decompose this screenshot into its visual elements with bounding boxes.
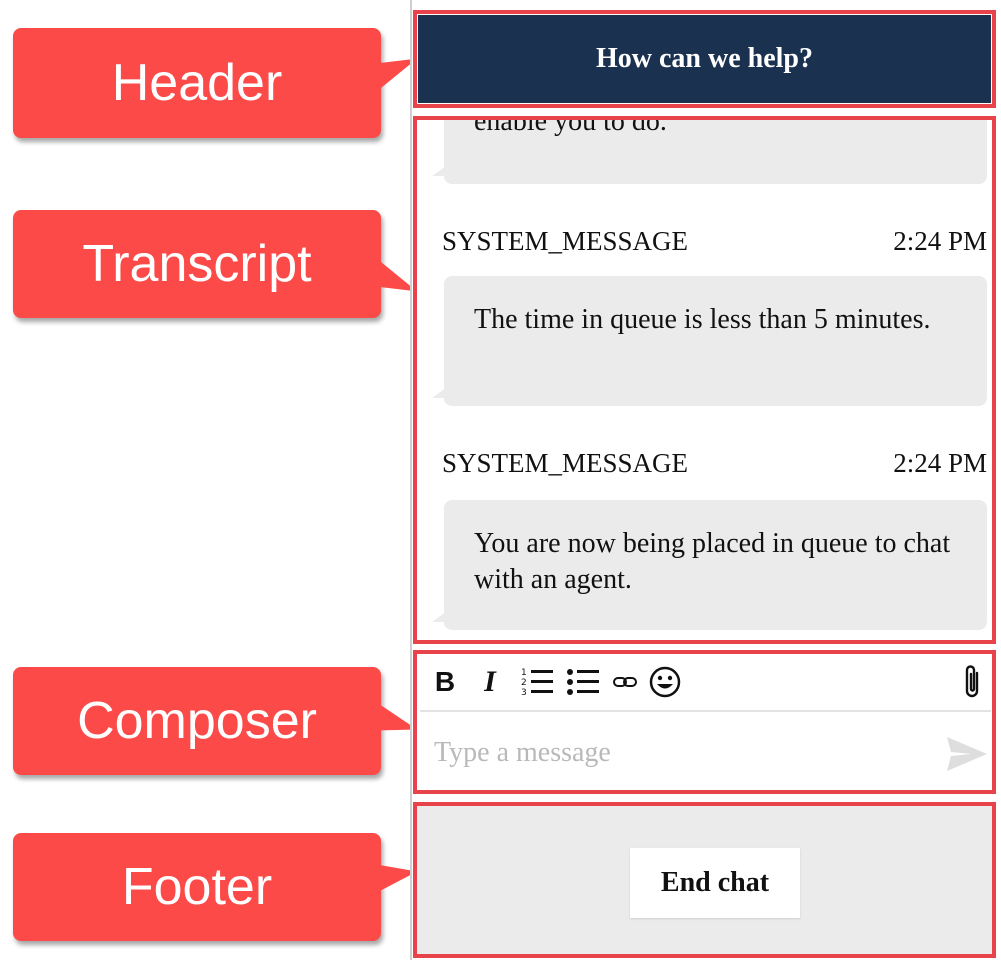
composer-callout: Composer [13,667,381,775]
transcript-highlight-frame [413,116,996,644]
header-highlight-frame [413,10,996,108]
transcript-callout: Transcript [13,210,381,318]
footer-callout: Footer [13,833,381,941]
footer-highlight-frame [413,802,996,958]
header-callout: Header [13,28,381,138]
composer-highlight-frame [413,650,996,794]
